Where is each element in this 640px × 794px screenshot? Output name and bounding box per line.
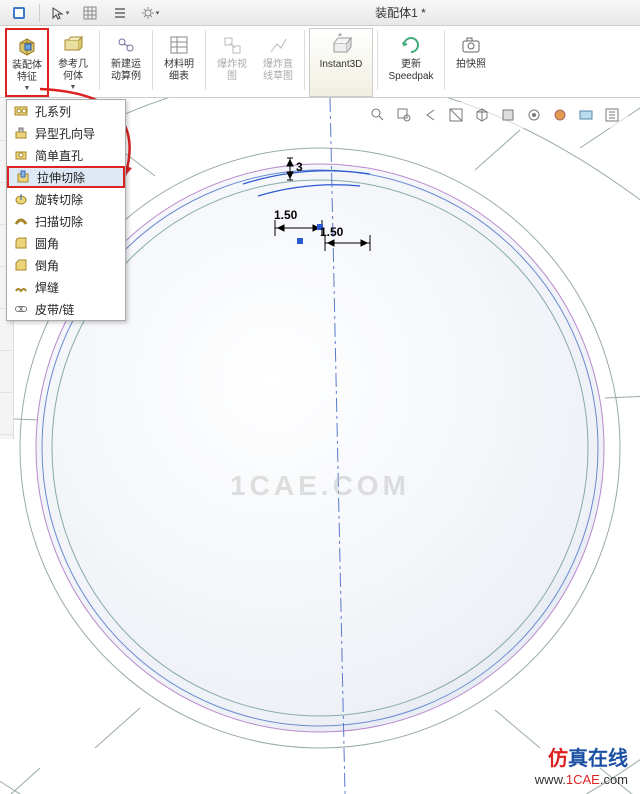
- revolved-cut-icon: [13, 191, 29, 207]
- exploded-view-icon: [220, 33, 244, 57]
- zoom-area-icon[interactable]: [393, 105, 415, 125]
- dimension-value[interactable]: 1.50: [274, 208, 297, 222]
- new-motion-study-button[interactable]: 新建运 动算例: [104, 28, 148, 97]
- menu-item-hole-wizard[interactable]: 异型孔向导: [7, 122, 125, 144]
- menu-item-belt-chain[interactable]: 皮带/链: [7, 298, 125, 320]
- separator: [39, 4, 40, 22]
- exploded-view-button[interactable]: 爆炸视 图: [210, 28, 254, 97]
- separator: [444, 30, 445, 90]
- label: 旋转切除: [35, 191, 83, 208]
- label: Instant3D: [320, 59, 363, 71]
- update-speedpak-button[interactable]: 更新 Speedpak: [382, 28, 440, 97]
- extruded-cut-icon: [15, 169, 31, 185]
- separator: [304, 30, 305, 90]
- display-style-icon[interactable]: [497, 105, 519, 125]
- hole-series-icon: [13, 103, 29, 119]
- separator: [99, 30, 100, 90]
- bom-button[interactable]: 材料明 细表: [157, 28, 201, 97]
- separator: [152, 30, 153, 90]
- wm: www.: [535, 772, 566, 787]
- label: 装配体 特征: [12, 60, 42, 84]
- label: 拍快照: [456, 59, 486, 71]
- menu-item-fillet[interactable]: 圆角: [7, 232, 125, 254]
- wm: 真在线: [568, 748, 628, 770]
- ribbon-toolbar: 装配体 特征 ▼ 参考几 何体 ▼ 新建运 动算例 材料明 细表 爆炸视 图 爆…: [0, 26, 640, 98]
- label: 异型孔向导: [35, 125, 95, 142]
- assembly-features-menu: 孔系列 异型孔向导 简单直孔 拉伸切除 旋转切除 扫描切除 圆角 倒角 焊缝 皮…: [6, 99, 126, 321]
- label: 参考几 何体: [58, 59, 88, 83]
- reference-geometry-button[interactable]: 参考几 何体 ▼: [51, 28, 95, 97]
- label: 孔系列: [35, 103, 71, 120]
- list-icon[interactable]: [107, 3, 133, 23]
- speedpak-icon: [399, 33, 423, 57]
- instant3d-icon: [329, 33, 353, 57]
- label: 扫描切除: [35, 213, 83, 230]
- simple-hole-icon: [13, 147, 29, 163]
- menu-item-weld-bead[interactable]: 焊缝: [7, 276, 125, 298]
- exploded-line-sketch-button[interactable]: 爆炸直 线草图: [256, 28, 300, 97]
- menu-item-revolved-cut[interactable]: 旋转切除: [7, 188, 125, 210]
- prev-view-icon[interactable]: [419, 105, 441, 125]
- swept-cut-icon: [13, 213, 29, 229]
- wm: .com: [600, 772, 628, 787]
- section-view-icon[interactable]: [445, 105, 467, 125]
- dimension-value[interactable]: 3: [296, 160, 303, 174]
- camera-icon: [459, 33, 483, 57]
- weld-bead-icon: [13, 279, 29, 295]
- watermark-text: 1CAE.COM: [230, 470, 410, 502]
- watermark-brand: 仿真在线 www.1CAE.com: [535, 747, 628, 788]
- chamfer-icon: [13, 257, 29, 273]
- separator: [205, 30, 206, 90]
- chevron-down-icon: ▼: [24, 85, 31, 93]
- fillet-icon: [13, 235, 29, 251]
- bom-icon: [167, 33, 191, 57]
- menu-item-simple-hole[interactable]: 简单直孔: [7, 144, 125, 166]
- motion-study-icon: [114, 33, 138, 57]
- label: 圆角: [35, 235, 59, 252]
- quick-access-toolbar: ▾ ▾ 装配体1 *: [0, 0, 640, 26]
- chevron-down-icon: ▼: [70, 84, 77, 92]
- assembly-features-icon: [15, 34, 39, 58]
- zoom-fit-icon[interactable]: [367, 105, 389, 125]
- menu-item-chamfer[interactable]: 倒角: [7, 254, 125, 276]
- take-snapshot-button[interactable]: 拍快照: [449, 28, 493, 97]
- heads-up-view-toolbar: [362, 102, 628, 128]
- menu-item-swept-cut[interactable]: 扫描切除: [7, 210, 125, 232]
- wm: 仿: [548, 748, 568, 770]
- assembly-features-button[interactable]: 装配体 特征 ▼: [5, 28, 49, 97]
- label: 更新 Speedpak: [388, 59, 433, 83]
- apply-scene-icon[interactable]: [575, 105, 597, 125]
- label: 新建运 动算例: [111, 59, 141, 83]
- dimension-value[interactable]: 1.50: [320, 225, 343, 239]
- exploded-sketch-icon: [266, 33, 290, 57]
- label: 拉伸切除: [37, 169, 85, 186]
- label: 爆炸视 图: [217, 59, 247, 83]
- label: 简单直孔: [35, 147, 83, 164]
- label: 爆炸直 线草图: [263, 59, 293, 83]
- view-settings-icon[interactable]: [601, 105, 623, 125]
- menu-item-extruded-cut[interactable]: 拉伸切除: [7, 166, 125, 188]
- label: 倒角: [35, 257, 59, 274]
- edit-appearance-icon[interactable]: [549, 105, 571, 125]
- view-orientation-icon[interactable]: [471, 105, 493, 125]
- document-title: 装配体1 *: [167, 4, 634, 21]
- reference-geometry-icon: [61, 33, 85, 57]
- menu-item-hole-series[interactable]: 孔系列: [7, 100, 125, 122]
- wm: 1CAE: [566, 772, 600, 787]
- hide-show-icon[interactable]: [523, 105, 545, 125]
- belt-chain-icon: [13, 301, 29, 317]
- cursor-tool-icon[interactable]: ▾: [47, 3, 73, 23]
- hole-wizard-icon: [13, 125, 29, 141]
- separator: [377, 30, 378, 90]
- qat-logo[interactable]: [6, 3, 32, 23]
- sketch-grid-icon[interactable]: [77, 3, 103, 23]
- label: 材料明 细表: [164, 59, 194, 83]
- label: 皮带/链: [35, 301, 74, 318]
- label: 焊缝: [35, 279, 59, 296]
- instant3d-button[interactable]: Instant3D: [309, 28, 373, 97]
- gear-icon[interactable]: ▾: [137, 3, 163, 23]
